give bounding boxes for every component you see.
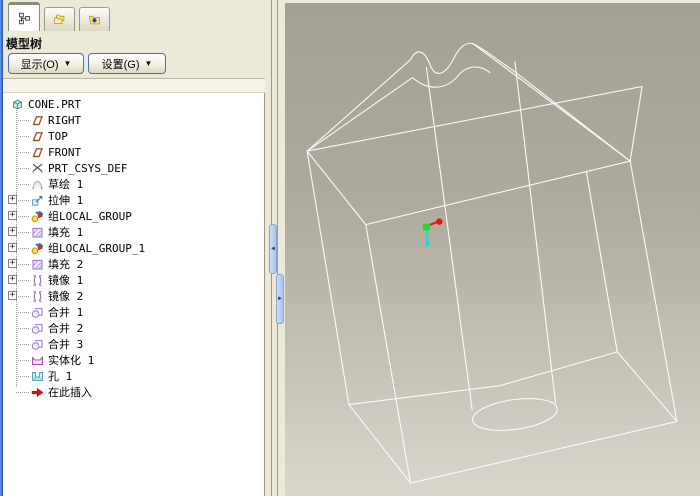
- tree-column-header: [3, 78, 265, 93]
- tree-item-label: RIGHT: [48, 113, 82, 127]
- merge-icon: [31, 307, 43, 318]
- tree-row-merge[interactable]: 合并 3: [3, 336, 264, 352]
- panel-splitter[interactable]: ◄ ►: [268, 0, 285, 496]
- fill-icon: [32, 227, 43, 238]
- model-tree-icon: [18, 12, 30, 24]
- collapse-right-icon: ►: [277, 296, 283, 302]
- tree-row-csys[interactable]: PRT_CSYS_DEF: [3, 160, 264, 176]
- datum-plane-icon: [32, 131, 44, 141]
- part-icon: [13, 99, 22, 109]
- mirror-icon: [33, 290, 42, 302]
- chevron-down-icon: ▼: [144, 59, 153, 68]
- mirror-icon: [33, 274, 42, 286]
- tree-item-label: 镜像 1: [48, 274, 84, 287]
- tree-item-label: 在此插入: [48, 386, 92, 399]
- tree-row-mirror[interactable]: + 镜像 2: [3, 288, 264, 304]
- tree-row-insert-here[interactable]: 在此插入: [3, 384, 264, 400]
- graphics-viewport[interactable]: [285, 3, 700, 496]
- merge-icon: [31, 323, 43, 334]
- tree-item-label: 拉伸 1: [48, 194, 84, 207]
- fill-icon: [32, 259, 43, 270]
- tree-item-label: 合并 1: [48, 306, 84, 319]
- tree-item-label: 孔 1: [48, 370, 73, 383]
- group-icon: [31, 242, 44, 254]
- sketch-icon: [32, 180, 43, 189]
- tab-folder-browser[interactable]: [44, 7, 75, 31]
- tree-item-label: PRT_CSYS_DEF: [48, 161, 128, 175]
- tree-row-group[interactable]: + 组LOCAL_GROUP_1: [3, 240, 264, 256]
- tree-row-datum[interactable]: FRONT: [3, 144, 264, 160]
- hole-icon: [32, 371, 43, 381]
- settings-button[interactable]: 设置(G) ▼: [88, 53, 166, 74]
- csys-triad: [422, 218, 443, 248]
- tree-row-mirror[interactable]: + 镜像 1: [3, 272, 264, 288]
- csys-icon: [31, 163, 44, 173]
- wireframe-model-cone-prt: [306, 42, 678, 484]
- tree-row-merge[interactable]: 合并 2: [3, 320, 264, 336]
- tree-row-datum[interactable]: RIGHT: [3, 112, 264, 128]
- collapse-left-handle[interactable]: ◄: [269, 224, 277, 274]
- solidify-icon: [32, 355, 43, 365]
- insert-here-icon: [31, 387, 44, 397]
- extrude-icon: [32, 195, 43, 206]
- tree-row-extrude[interactable]: + 拉伸 1: [3, 192, 264, 208]
- tree-item-label: 组LOCAL_GROUP: [48, 210, 132, 223]
- tree-item-label: TOP: [48, 129, 68, 143]
- proe-window: { "panel": { "tabs": [ {"icon": "model-t…: [0, 0, 700, 496]
- tree-row-hole[interactable]: 孔 1: [3, 368, 264, 384]
- tree-item-label: 合并 2: [48, 322, 84, 335]
- tree-item-label: 填充 2: [48, 258, 84, 271]
- tree-row-fill[interactable]: + 填充 2: [3, 256, 264, 272]
- chevron-down-icon: ▼: [63, 59, 72, 68]
- tab-favorites[interactable]: [79, 7, 110, 31]
- tree-row-datum[interactable]: TOP: [3, 128, 264, 144]
- datum-plane-icon: [32, 115, 44, 125]
- tree-item-label: 实体化 1: [48, 354, 95, 367]
- group-icon: [31, 210, 44, 222]
- tree-row-sketch[interactable]: 草绘 1: [3, 176, 264, 192]
- tab-model-tree[interactable]: [8, 2, 40, 31]
- tree-row-part[interactable]: CONE.PRT: [3, 96, 264, 112]
- tree-row-fill[interactable]: + 填充 1: [3, 224, 264, 240]
- tree-item-label: 镜像 2: [48, 290, 84, 303]
- tree-item-label: CONE.PRT: [28, 97, 81, 111]
- tree-item-label: 草绘 1: [48, 178, 84, 191]
- show-button[interactable]: 显示(O) ▼: [8, 53, 84, 74]
- collapse-left-icon: ◄: [270, 246, 276, 252]
- merge-icon: [31, 339, 43, 350]
- folder-star-icon: [89, 15, 100, 25]
- model-tree[interactable]: CONE.PRT RIGHT TOP FRONT PRT_CSYS_DEF 草绘…: [3, 93, 265, 496]
- tree-item-label: 合并 3: [48, 338, 84, 351]
- collapse-right-handle[interactable]: ►: [276, 274, 284, 324]
- panel-title: 模型树: [6, 37, 43, 51]
- tree-row-group[interactable]: + 组LOCAL_GROUP: [3, 208, 264, 224]
- datum-plane-icon: [32, 147, 44, 157]
- tree-item-label: FRONT: [48, 145, 82, 159]
- tree-row-merge[interactable]: 合并 1: [3, 304, 264, 320]
- splitter-line: [277, 0, 278, 496]
- tree-item-label: 填充 1: [48, 226, 84, 239]
- tree-row-solidify[interactable]: 实体化 1: [3, 352, 264, 368]
- navigator-tabstrip: [3, 0, 268, 31]
- folders-icon: [54, 14, 65, 24]
- tree-item-label: 组LOCAL_GROUP_1: [48, 242, 146, 255]
